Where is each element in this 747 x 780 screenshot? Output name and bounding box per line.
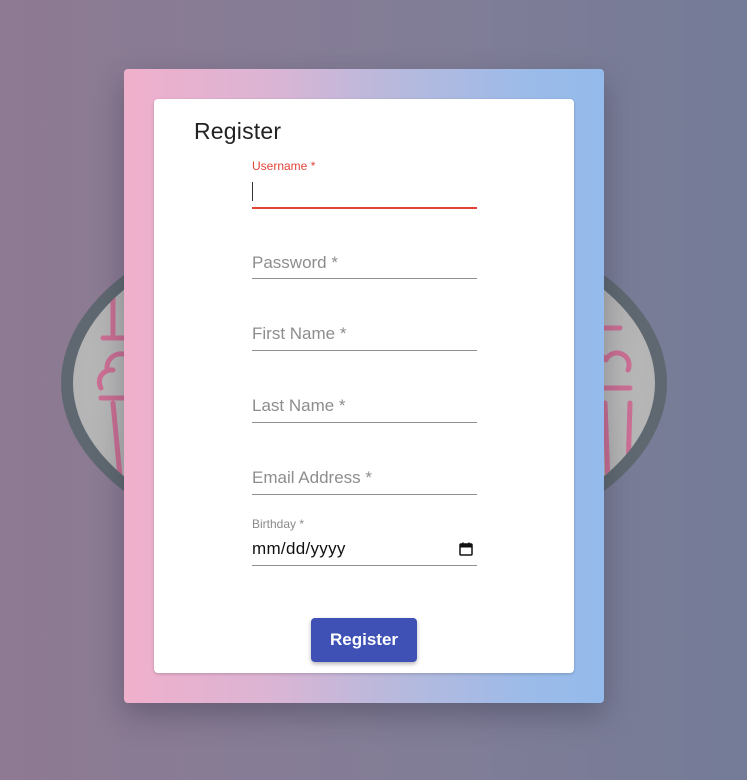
register-button[interactable]: Register	[311, 618, 417, 662]
password-field[interactable]: Password *	[252, 249, 477, 281]
email-label: Email Address *	[252, 468, 372, 487]
calendar-icon[interactable]	[459, 542, 473, 556]
password-label: Password *	[252, 253, 338, 272]
page-title: Register	[194, 118, 282, 144]
birthday-input[interactable]: mm/dd/yyyy	[252, 539, 346, 559]
birthday-field[interactable]: Birthday * mm/dd/yyyy	[252, 517, 477, 567]
password-underline	[252, 278, 477, 279]
first-name-label: First Name *	[252, 324, 347, 343]
birthday-underline	[252, 565, 477, 566]
username-underline	[252, 207, 477, 209]
birthday-label: Birthday *	[252, 517, 305, 531]
text-caret	[252, 182, 253, 201]
last-name-field[interactable]: Last Name *	[252, 392, 477, 424]
first-name-underline	[252, 350, 477, 351]
last-name-underline	[252, 422, 477, 423]
email-field[interactable]: Email Address *	[252, 464, 477, 496]
username-field[interactable]: Username *	[252, 159, 477, 211]
register-card: Register Username * Password * First Nam…	[154, 99, 574, 673]
last-name-label: Last Name *	[252, 396, 346, 415]
first-name-field[interactable]: First Name *	[252, 320, 477, 352]
username-label: Username *	[252, 159, 316, 173]
email-underline	[252, 494, 477, 495]
